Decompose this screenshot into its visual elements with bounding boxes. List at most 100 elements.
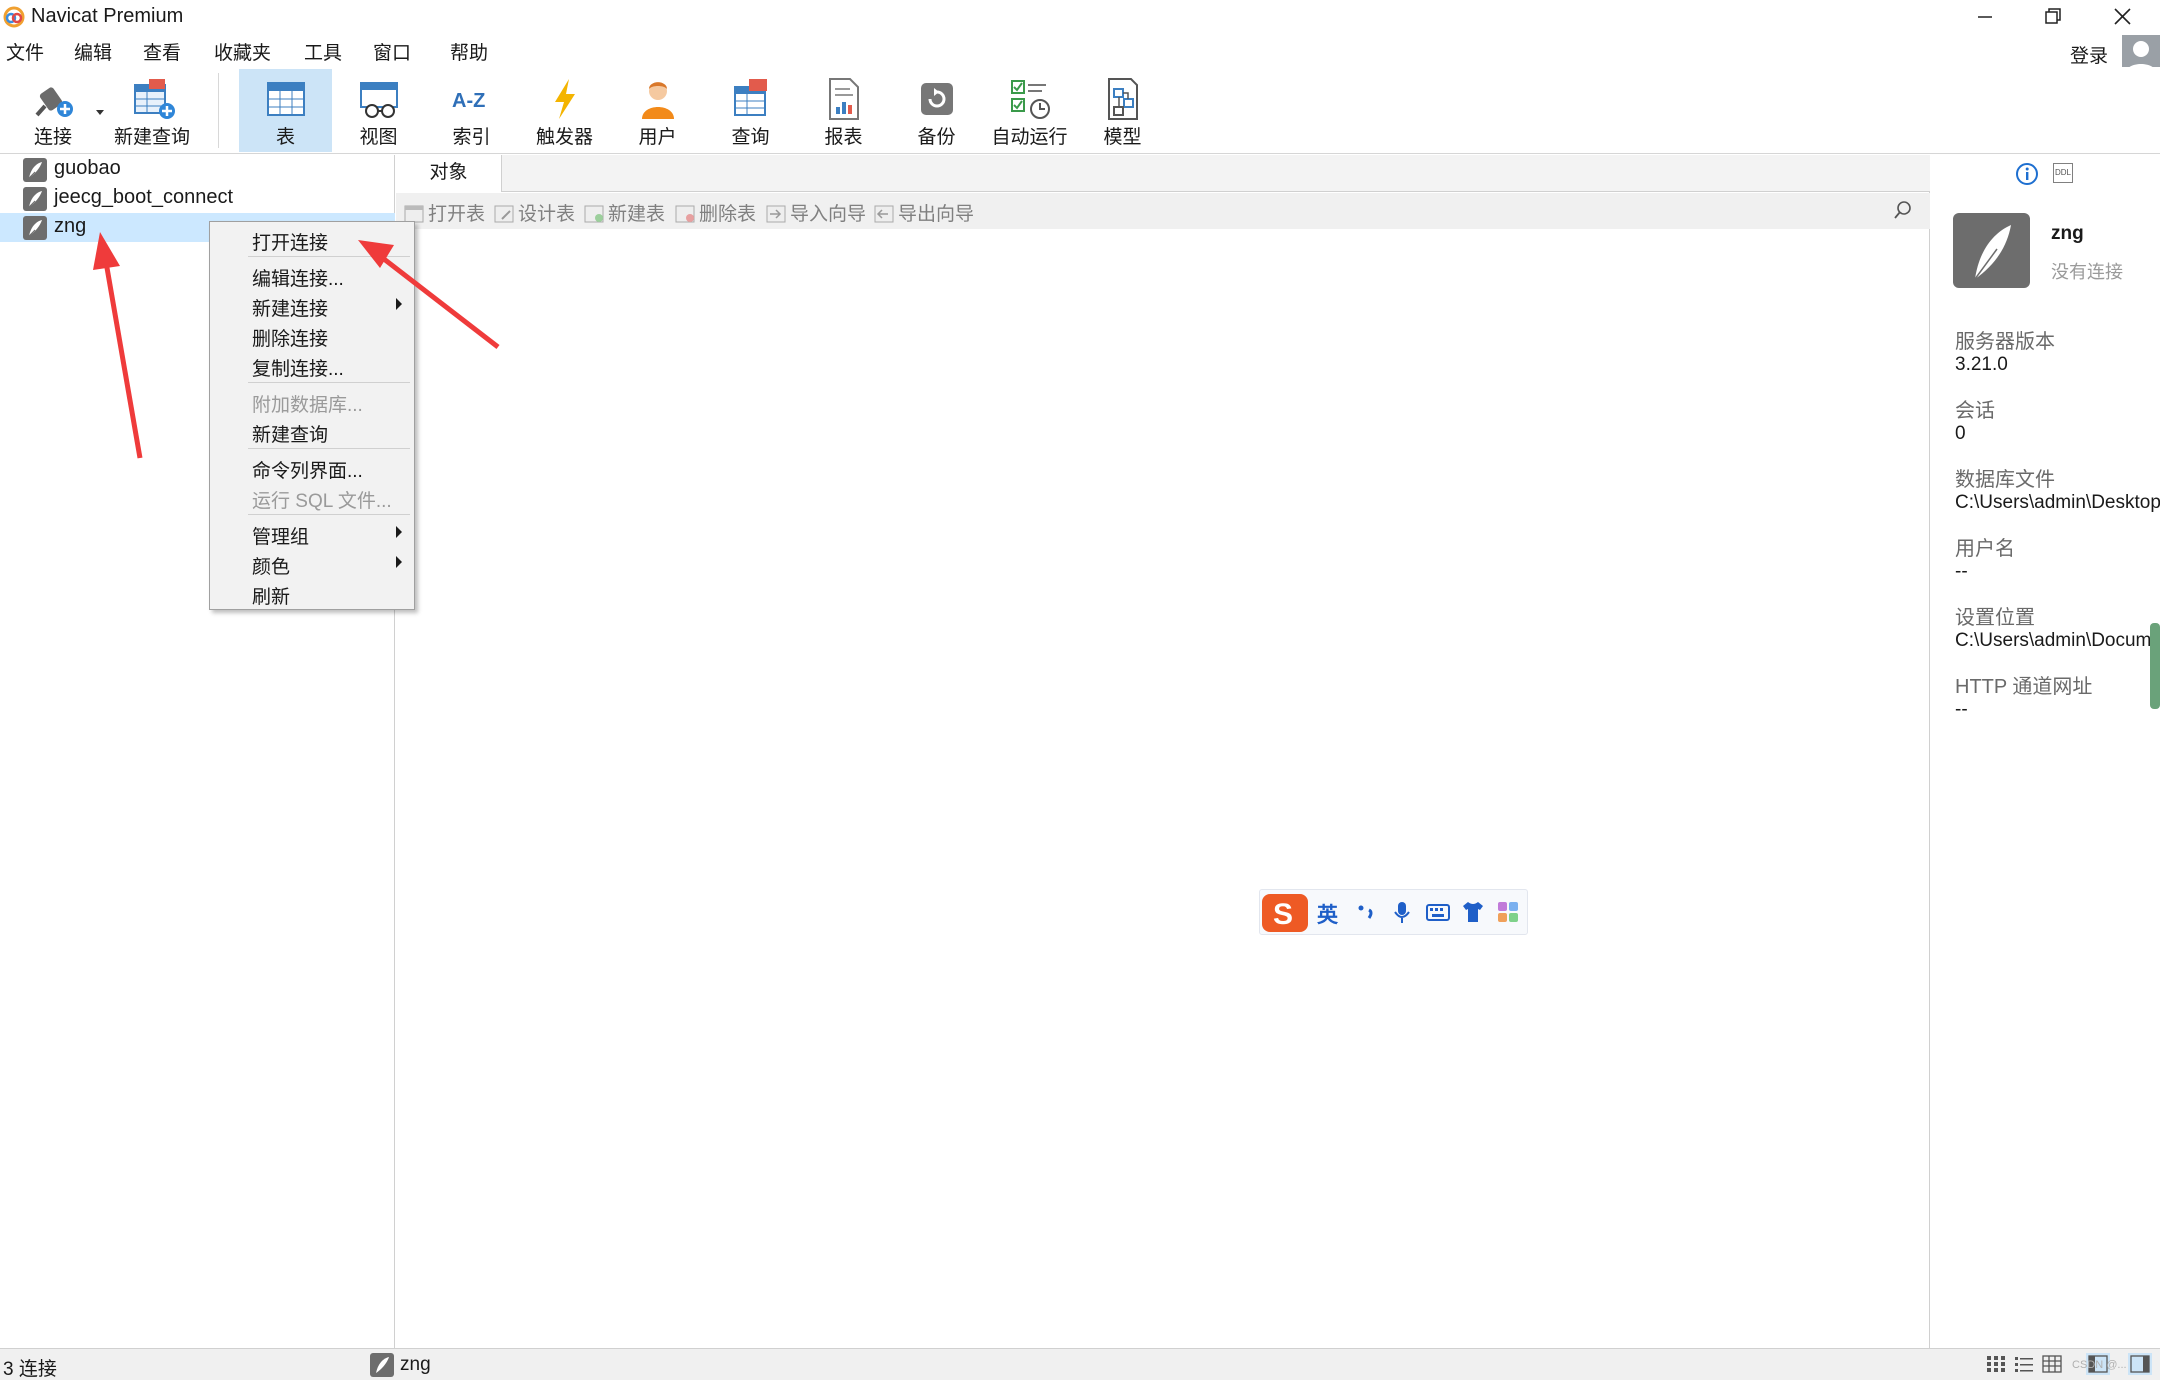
connection-item[interactable]: guobao [0, 155, 395, 184]
menu-copy-connection[interactable]: 复制连接... [252, 354, 344, 381]
export-wizard-icon [874, 205, 894, 223]
status-bar: 3 连接 zng CSDN @... [0, 1348, 2160, 1380]
detail-view-button[interactable] [2040, 1353, 2064, 1375]
user-button[interactable]: 用户 [611, 69, 704, 152]
menu-separator [248, 256, 410, 257]
new-table-button[interactable]: 新建表 [584, 199, 666, 225]
prop-label: 服务器版本 [1955, 331, 2055, 353]
title-bar: Navicat Premium [0, 0, 2160, 34]
open-table-label: 打开表 [428, 204, 486, 225]
list-view-button[interactable] [2012, 1353, 2036, 1375]
backup-button[interactable]: 备份 [890, 69, 983, 152]
az-index-icon: A-Z [452, 90, 485, 112]
grid-view-button[interactable] [1984, 1353, 2008, 1375]
object-toolbar: 打开表 设计表 新建表 删除表 导入向导 导出向导 [396, 193, 1930, 229]
sqlite-connection-icon [370, 1353, 394, 1377]
query-label: 查询 [731, 127, 770, 148]
info-panel-scrollbar[interactable] [2150, 623, 2160, 709]
minimize-icon [1978, 16, 1992, 18]
delete-table-button[interactable]: 删除表 [675, 199, 756, 225]
connection-title: zng [2051, 223, 2084, 244]
info-icon[interactable] [2015, 162, 2039, 186]
connection-large-icon [1953, 213, 2030, 288]
restore-button[interactable] [2020, 0, 2084, 34]
prop-value: -- [1955, 561, 1968, 582]
menu-separator [248, 382, 410, 383]
ime-toolbar[interactable]: S 英 [1259, 889, 1528, 935]
menu-new-connection[interactable]: 新建连接 [252, 294, 328, 321]
menu-file[interactable]: 文件 [6, 38, 44, 65]
plug-icon [35, 87, 73, 117]
new-query-button[interactable]: 新建查询 [110, 69, 194, 152]
table-button[interactable]: 表 [239, 69, 332, 152]
menu-color[interactable]: 颜色 [252, 552, 290, 579]
keyboard-icon[interactable] [1426, 900, 1450, 924]
menu-edit[interactable]: 编辑 [74, 38, 112, 65]
menu-favorites[interactable]: 收藏夹 [214, 38, 271, 65]
autorun-button[interactable]: 自动运行 [983, 69, 1076, 152]
minimize-button[interactable] [1952, 0, 2016, 34]
list-view-icon [2015, 1357, 2033, 1372]
connection-item[interactable]: jeecg_boot_connect [0, 184, 395, 213]
prop-value: 0 [1955, 423, 1966, 444]
new-table-label: 新建表 [608, 204, 666, 225]
sqlite-connection-icon [23, 187, 47, 211]
open-table-button[interactable]: 打开表 [404, 199, 486, 225]
query-button[interactable]: 查询 [704, 69, 797, 152]
restore-icon [2045, 8, 2061, 24]
menu-new-query[interactable]: 新建查询 [252, 420, 328, 447]
report-label: 报表 [824, 127, 863, 148]
toggle-info-pane-button[interactable] [2128, 1353, 2152, 1375]
navicat-window: Navicat Premium 文件 编辑 查看 收藏夹 工具 窗口 帮助 登录 [0, 0, 2160, 1380]
user-icon [641, 82, 674, 119]
prop-label: 用户名 [1955, 538, 2015, 560]
trigger-button[interactable]: 触发器 [518, 69, 611, 152]
login-link[interactable]: 登录 [2070, 41, 2108, 68]
submenu-arrow-icon [396, 556, 402, 568]
connection-status: 没有连接 [2051, 262, 2123, 282]
punctuation-icon[interactable] [1355, 900, 1379, 924]
menu-refresh[interactable]: 刷新 [252, 582, 290, 609]
submenu-arrow-icon [396, 526, 402, 538]
microphone-icon[interactable] [1390, 900, 1414, 924]
toolbox-grid-icon[interactable] [1496, 900, 1520, 924]
index-button[interactable]: A-Z 索引 [425, 69, 518, 152]
menu-command-line[interactable]: 命令列界面... [252, 456, 363, 483]
model-label: 模型 [1103, 127, 1142, 148]
skin-shirt-icon[interactable] [1461, 900, 1485, 924]
detail-view-icon [2042, 1355, 2062, 1373]
index-label: 索引 [452, 127, 491, 148]
menu-window[interactable]: 窗口 [373, 38, 411, 65]
design-table-button[interactable]: 设计表 [494, 199, 575, 225]
import-wizard-button[interactable]: 导入向导 [766, 199, 866, 225]
report-button[interactable]: 报表 [797, 69, 890, 152]
menu-tools[interactable]: 工具 [304, 38, 342, 65]
menu-open-connection[interactable]: 打开连接 [252, 228, 328, 255]
menu-delete-connection[interactable]: 删除连接 [252, 324, 328, 351]
model-button[interactable]: 模型 [1076, 69, 1169, 152]
menu-edit-connection[interactable]: 编辑连接... [252, 264, 344, 291]
user-label: 用户 [638, 127, 677, 148]
connection-name: guobao [54, 157, 121, 179]
connect-button[interactable]: 连接 [14, 69, 92, 152]
current-connection: zng [400, 1354, 431, 1375]
search-icon[interactable] [1892, 199, 1914, 221]
menu-help[interactable]: 帮助 [450, 38, 488, 65]
export-wizard-button[interactable]: 导出向导 [874, 199, 974, 225]
sqlite-connection-icon [23, 158, 47, 182]
sogou-logo-icon: S [1262, 894, 1308, 932]
prop-value: C:\Users\admin\Documents [1955, 630, 2160, 651]
connection-name: zng [54, 215, 87, 237]
tab-objects[interactable]: 对象 [396, 155, 502, 192]
sqlite-feather-icon [1974, 225, 2011, 280]
close-button[interactable] [2090, 0, 2154, 34]
ddl-icon[interactable]: DDL [2053, 163, 2073, 183]
view-button[interactable]: 视图 [332, 69, 425, 152]
menu-manage-group[interactable]: 管理组 [252, 522, 309, 549]
query-icon [733, 79, 767, 116]
prop-label: HTTP 通道网址 [1955, 676, 2093, 698]
connect-dropdown-icon[interactable] [95, 107, 105, 117]
ime-language-toggle[interactable]: 英 [1317, 899, 1338, 929]
view-glasses-icon [359, 82, 398, 118]
menu-view[interactable]: 查看 [143, 38, 181, 65]
